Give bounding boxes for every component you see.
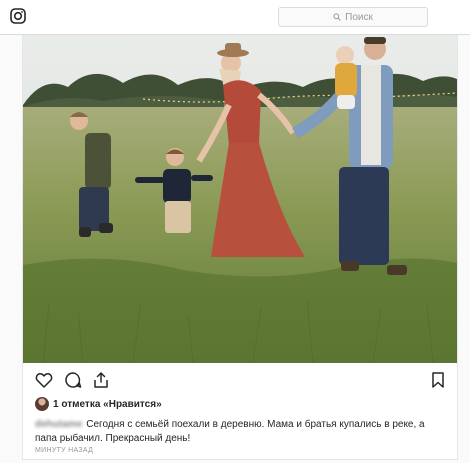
post-caption: dehutame Сегодня с семьёй поехали в дерев… [35, 418, 445, 446]
post-actions-bar [23, 369, 457, 393]
comment-icon[interactable] [64, 371, 82, 389]
search-icon [333, 13, 341, 21]
bookmark-icon[interactable] [429, 371, 447, 389]
avatar[interactable] [35, 397, 49, 411]
post-photo[interactable] [23, 35, 457, 363]
post-card: 1 отметка «Нравится» dehutame Сегодня с с… [22, 35, 458, 460]
search-input[interactable]: Поиск [278, 7, 428, 27]
post-timestamp[interactable]: МИНУТУ НАЗАД [35, 447, 93, 454]
top-navigation-bar: Поиск [0, 0, 470, 35]
instagram-icon[interactable] [10, 8, 26, 24]
search-placeholder: Поиск [345, 11, 373, 23]
heart-icon[interactable] [35, 371, 53, 389]
likes-count[interactable]: 1 отметка «Нравится» [53, 399, 162, 410]
likes-row[interactable]: 1 отметка «Нравится» [35, 396, 162, 412]
share-icon[interactable] [92, 371, 110, 389]
username-link[interactable]: dehutame [35, 419, 82, 430]
caption-text: Сегодня с семьёй поехали в деревню. Мама… [35, 419, 425, 444]
